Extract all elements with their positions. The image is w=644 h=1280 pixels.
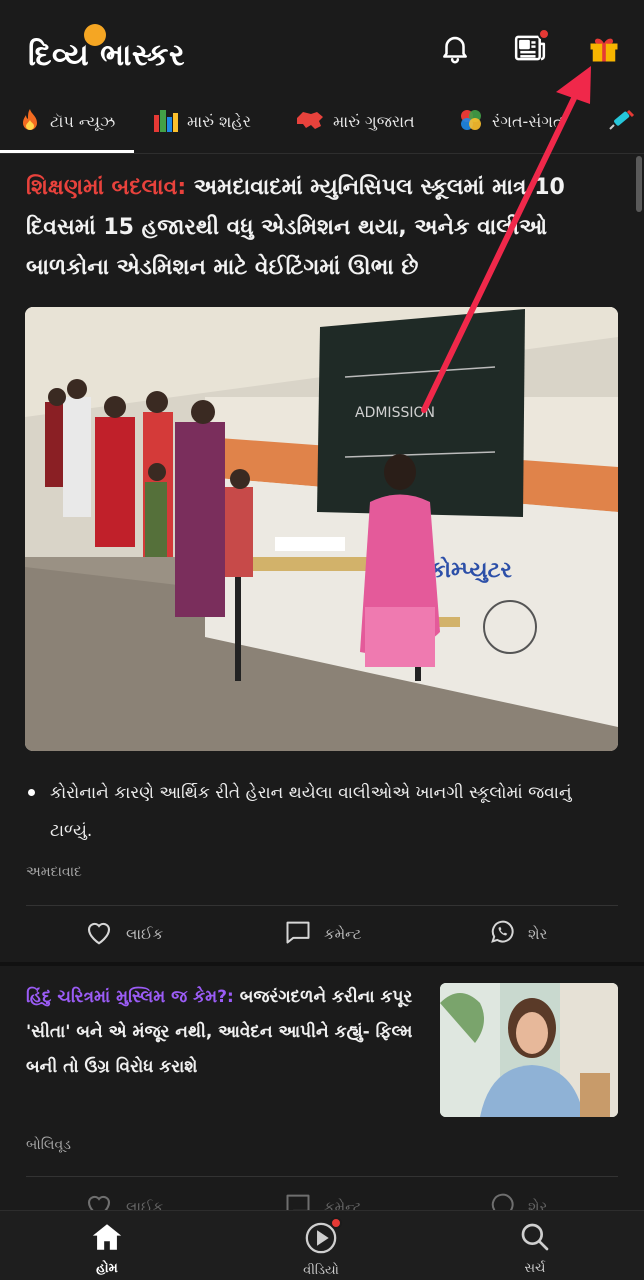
video-badge-dot (330, 1217, 342, 1229)
nav-video[interactable]: વીડિયો (276, 1217, 366, 1278)
story2-category[interactable]: બોલિવૂડ (26, 1137, 71, 1153)
svg-text:ADMISSION: ADMISSION (355, 405, 435, 421)
nav-search-label: સર્ચ (524, 1261, 546, 1276)
comment-label: કમેન્ટ (324, 925, 362, 943)
whatsapp-icon (488, 918, 516, 950)
share-label: શેર (528, 925, 548, 943)
heart-icon (84, 918, 114, 950)
image-wall-text: કોમ્પ્યુટર (430, 556, 512, 583)
category-tabs: ટૉપ ન્યૂઝ મારું શહેર મારું ગુજરાત રંગત-સ… (0, 92, 644, 154)
active-tab-indicator (0, 150, 134, 153)
divider (26, 905, 618, 906)
tab-top-news[interactable]: ટૉપ ન્યૂઝ (18, 100, 115, 144)
lead-story-headline[interactable]: શિક્ષણમાં બદલાવ: અમદાવાદમાં મ્યુનિસિપલ સ… (26, 168, 616, 288)
tab-label: મારું ગુજરાત (333, 112, 415, 131)
story2-kicker: હિંદુ ચરિત્રમાં મુસ્લિમ જ કેમ?: (26, 987, 234, 1007)
flame-icon (18, 107, 42, 137)
lead-story-category[interactable]: અમદાવાદ (26, 864, 82, 880)
color-wheel-icon (458, 107, 484, 137)
epaper-badge-dot (538, 28, 550, 40)
search-icon (519, 1221, 551, 1257)
nav-video-label: વીડિયો (303, 1263, 339, 1278)
story2-headline[interactable]: હિંદુ ચરિત્રમાં મુસ્લિમ જ કેમ?: બજરંગદળન… (26, 980, 426, 1085)
nav-search[interactable]: સર્ચ (490, 1221, 580, 1276)
story-separator (0, 962, 644, 966)
tab-label: મારું શહેર (187, 112, 252, 131)
tab-health[interactable] (606, 100, 636, 144)
tab-my-city[interactable]: મારું શહેર (153, 100, 251, 144)
scrollbar[interactable] (636, 156, 642, 212)
lead-story-actions: લાઈક કમેન્ટ શેર (0, 912, 644, 958)
comment-icon (284, 918, 312, 950)
share-button[interactable]: શેર (488, 918, 547, 950)
tab-label: ટૉપ ન્યૂઝ (50, 112, 116, 131)
like-button[interactable]: લાઈક (84, 918, 163, 950)
city-icon (153, 107, 179, 137)
syringe-icon (606, 107, 636, 137)
story2-thumbnail[interactable] (440, 983, 618, 1117)
notification-bell-icon[interactable] (435, 28, 475, 68)
lead-story-summary-bullet: કોરોનાને કારણે આર્થિક રીતે હેરાન થયેલા વ… (28, 774, 618, 850)
gujarat-map-icon (295, 108, 325, 136)
nav-home-label: હોમ (96, 1261, 118, 1276)
epaper-icon[interactable] (510, 28, 550, 68)
home-icon (90, 1221, 124, 1257)
lead-story-image[interactable]: ADMISSION કોમ્પ્યુટર (25, 307, 618, 751)
nav-home[interactable]: હોમ (62, 1221, 152, 1276)
gift-icon[interactable] (584, 28, 624, 68)
tab-rangat-sangat[interactable]: રંગત-સંગત (458, 100, 564, 144)
app-logo[interactable]: દિવ્ય ભાસ્કર (28, 38, 185, 73)
tab-label: રંગત-સંગત (492, 112, 564, 131)
tab-my-gujarat[interactable]: મારું ગુજરાત (295, 100, 415, 144)
comment-button[interactable]: કમેન્ટ (284, 918, 361, 950)
app-header: દિવ્ય ભાસ્કર (0, 0, 644, 92)
lead-story-kicker: શિક્ષણમાં બદલાવ: (26, 175, 187, 200)
divider (26, 1176, 618, 1177)
like-label: લાઈક (126, 925, 164, 943)
bottom-navigation: હોમ વીડિયો સર્ચ (0, 1210, 644, 1280)
play-circle-icon (304, 1217, 342, 1259)
